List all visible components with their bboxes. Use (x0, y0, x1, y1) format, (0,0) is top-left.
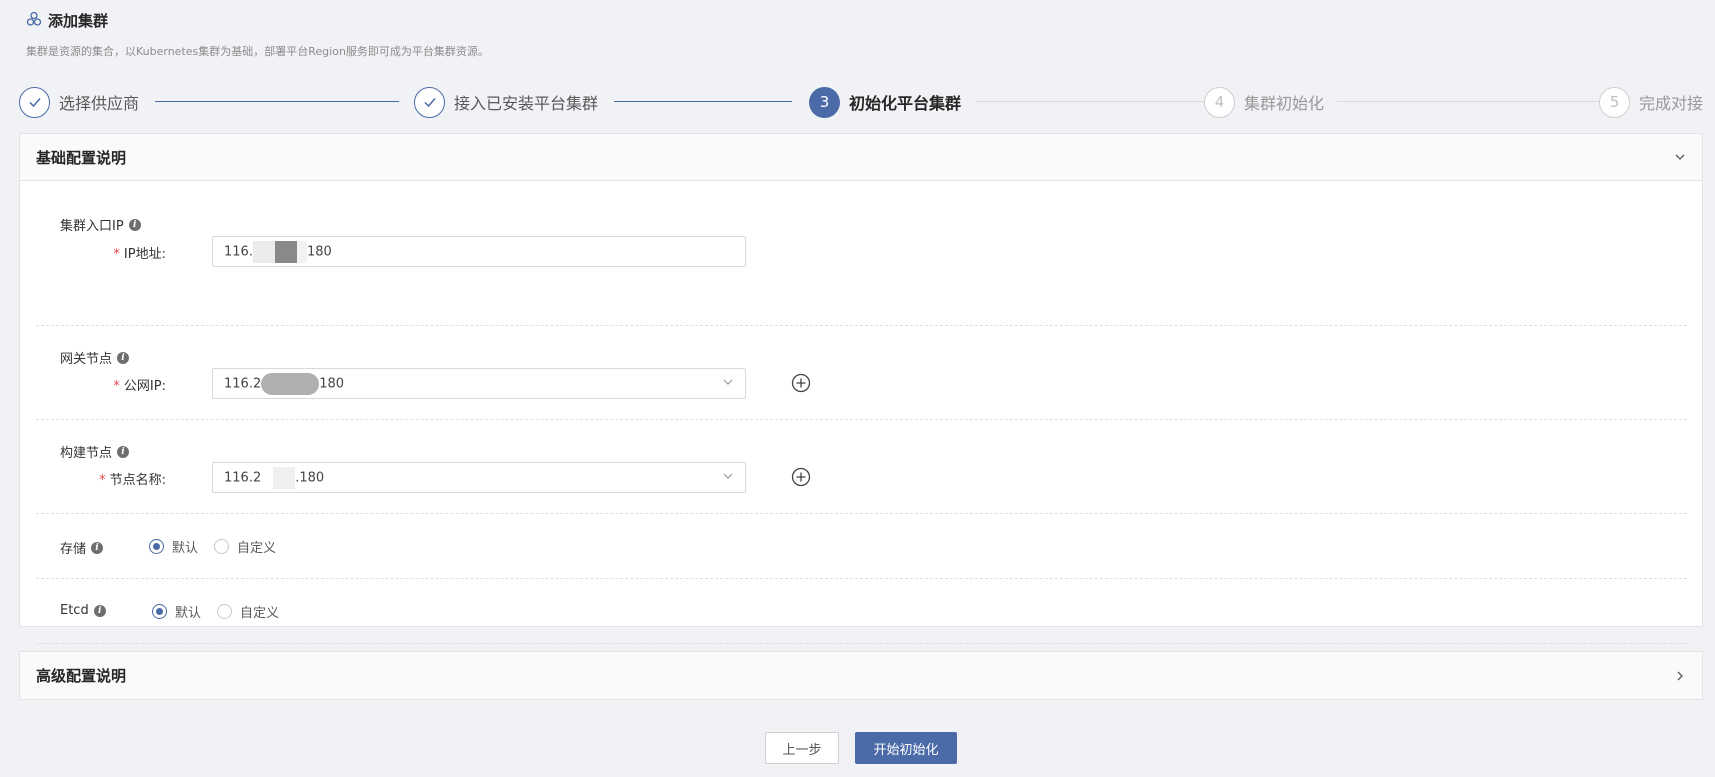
step-5-number: 5 (1599, 86, 1630, 118)
public-ip-select[interactable]: 116.2 180 (212, 368, 746, 399)
redaction-mask (252, 240, 275, 263)
node-name-select[interactable]: 116.2.180 (212, 462, 746, 493)
build-node-title-text: 构建节点 (60, 446, 113, 461)
etcd-title-text: Etcd (60, 603, 89, 618)
chevron-down-icon[interactable] (1674, 151, 1686, 163)
add-gateway-node-button[interactable] (791, 373, 811, 393)
redaction-mask (261, 372, 320, 395)
chevron-right-icon[interactable] (1674, 670, 1686, 682)
etcd-custom-radio[interactable]: 自定义 (217, 602, 279, 621)
advanced-config-panel: 高级配置说明 (19, 651, 1703, 700)
step-1: 选择供应商 (19, 86, 139, 118)
check-icon (19, 86, 50, 118)
step-connector-4 (1337, 101, 1600, 102)
build-node-section: 构建节点 i * 节点名称: 116.2.180 (36, 420, 1687, 514)
page-title: 添加集群 (48, 12, 109, 30)
storage-title-text: 存储 (60, 542, 87, 557)
step-4-label: 集群初始化 (1244, 94, 1325, 113)
basic-config-header[interactable]: 基础配置说明 (20, 134, 1702, 181)
storage-radio-group: 默认 自定义 (149, 537, 276, 556)
basic-config-panel: 基础配置说明 集群入口IP i * IP地址: 116. 180 网关节点 i * 公… (19, 133, 1703, 644)
info-icon[interactable]: i (117, 351, 130, 364)
prev-step-button[interactable]: 上一步 (765, 732, 839, 764)
build-node-title: 构建节点 i (60, 442, 130, 461)
step-2: 接入已安装平台集群 (414, 86, 598, 118)
gateway-title-text: 网关节点 (60, 352, 113, 367)
step-connector-2 (614, 101, 792, 102)
step-connector-3 (976, 101, 1206, 102)
step-3: 3 初始化平台集群 (809, 86, 961, 118)
chevron-down-icon[interactable] (722, 470, 734, 486)
public-ip-label: * 公网IP: (113, 379, 166, 394)
gateway-title: 网关节点 i (60, 348, 130, 367)
info-icon[interactable]: i (117, 445, 130, 458)
redaction-mask (296, 240, 307, 263)
basic-config-title: 基础配置说明 (36, 148, 127, 167)
etcd-section: Etcd i 默认 自定义 (36, 579, 1687, 644)
add-build-node-button[interactable] (791, 467, 811, 487)
step-1-label: 选择供应商 (59, 94, 140, 113)
entry-ip-section: 集群入口IP i * IP地址: 116. 180 (36, 181, 1687, 326)
gateway-section: 网关节点 i * 公网IP: 116.2 180 (36, 326, 1687, 420)
ip-address-input[interactable]: 116. 180 (212, 236, 746, 267)
info-icon[interactable]: i (91, 541, 104, 554)
info-icon[interactable]: i (128, 218, 141, 231)
node-name-label: * 节点名称: (99, 473, 166, 488)
redaction-mask (261, 466, 274, 489)
ip-address-label: * IP地址: (113, 247, 166, 262)
start-init-button[interactable]: 开始初始化 (855, 732, 957, 764)
info-icon[interactable]: i (93, 604, 106, 617)
steps-bar: 选择供应商 接入已安装平台集群 3 初始化平台集群 4 集群初始化 5 完成对接 (19, 86, 1704, 118)
storage-default-radio[interactable]: 默认 (149, 537, 198, 556)
page-description: 集群是资源的集合，以Kubernetes集群为基础，部署平台Region服务即可… (26, 45, 489, 58)
step-3-number: 3 (809, 86, 840, 118)
step-5-label: 完成对接 (1639, 94, 1704, 113)
redaction-mask (273, 466, 296, 489)
step-3-label: 初始化平台集群 (849, 94, 962, 113)
check-icon (414, 86, 445, 118)
redaction-mask (274, 240, 297, 263)
step-4: 4 集群初始化 (1204, 86, 1324, 118)
entry-ip-title-text: 集群入口IP (60, 219, 124, 234)
storage-title: 存储 i (60, 538, 104, 557)
cluster-icon (26, 11, 42, 31)
step-2-label: 接入已安装平台集群 (454, 94, 599, 113)
etcd-default-radio[interactable]: 默认 (152, 602, 201, 621)
storage-section: 存储 i 默认 自定义 (36, 514, 1687, 579)
step-4-number: 4 (1204, 86, 1235, 118)
page-header: 添加集群 集群是资源的集合，以Kubernetes集群为基础，部署平台Regio… (26, 10, 489, 59)
entry-ip-title: 集群入口IP i (60, 215, 141, 234)
etcd-radio-group: 默认 自定义 (152, 602, 279, 621)
etcd-title: Etcd i (60, 603, 106, 618)
step-connector-1 (155, 101, 399, 102)
chevron-down-icon[interactable] (722, 376, 734, 392)
step-5: 5 完成对接 (1599, 86, 1703, 118)
advanced-config-header[interactable]: 高级配置说明 (20, 652, 1702, 699)
advanced-config-title: 高级配置说明 (36, 667, 127, 685)
storage-custom-radio[interactable]: 自定义 (214, 537, 276, 556)
